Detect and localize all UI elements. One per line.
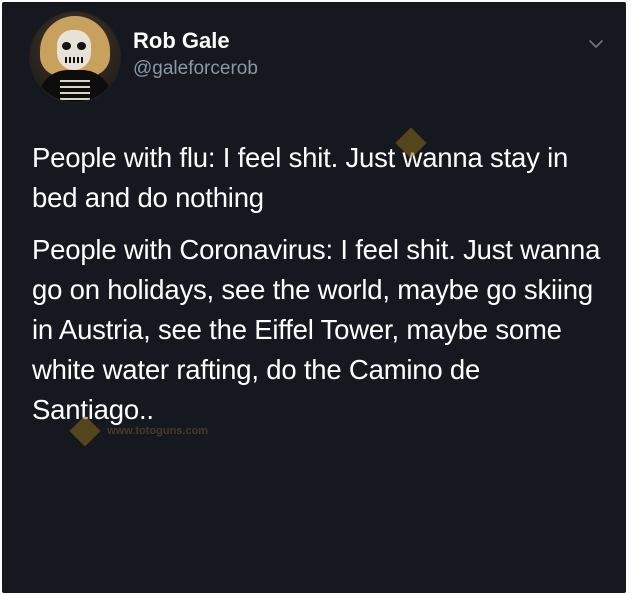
tweet-card: Rob Gale @galeforcerob People with flu: …	[2, 2, 626, 593]
author-handle[interactable]: @galeforcerob	[133, 58, 258, 80]
tweet-header: Rob Gale @galeforcerob	[30, 12, 620, 104]
screenshot-frame: Rob Gale @galeforcerob People with flu: …	[0, 0, 640, 595]
avatar[interactable]	[30, 12, 120, 102]
tweet-paragraph-flu: People with flu: I feel shit. Just wanna…	[32, 142, 569, 213]
avatar-face	[57, 30, 91, 70]
chevron-down-icon[interactable]	[586, 34, 606, 54]
author-name[interactable]: Rob Gale	[133, 28, 230, 54]
tweet-body: People with flu: I feel shit. Just wanna…	[32, 138, 607, 430]
avatar-eye-right	[77, 42, 86, 50]
avatar-eye-left	[62, 42, 71, 50]
tweet-paragraph-coronavirus: People with Coronavirus: I feel shit. Ju…	[32, 234, 601, 425]
avatar-mouth	[65, 57, 83, 63]
avatar-skeleton-print	[60, 76, 90, 100]
